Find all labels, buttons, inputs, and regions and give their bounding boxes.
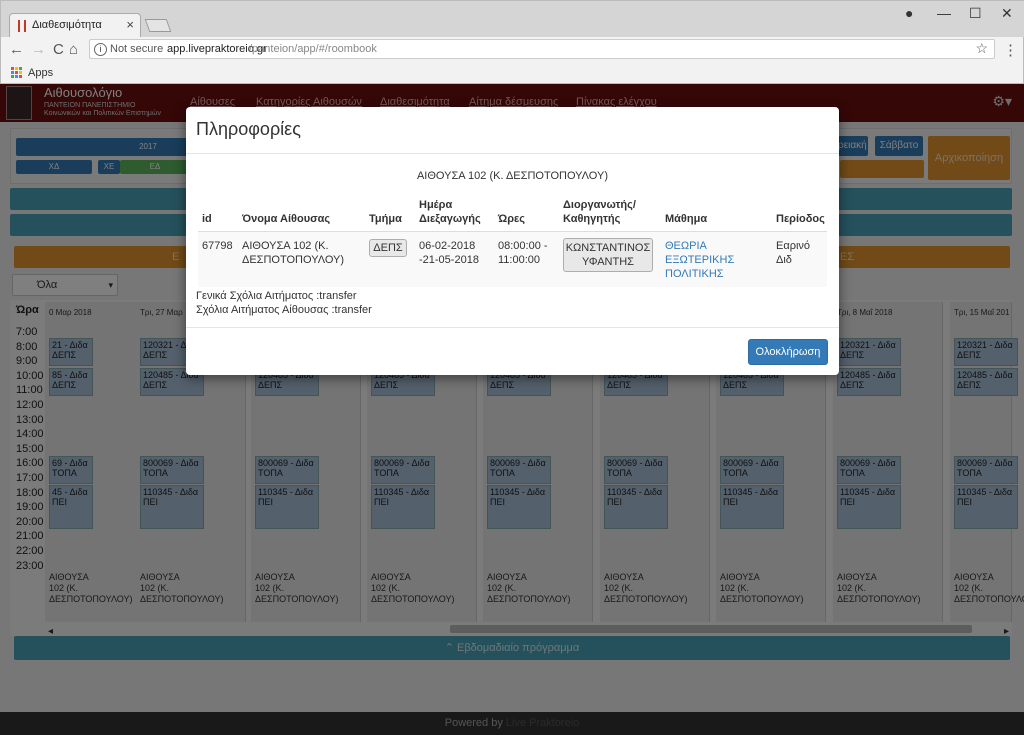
- course-link-line1[interactable]: ΘΕΩΡΙΑ: [665, 239, 707, 253]
- modal-room-heading: ΑΙΘΟΥΣΑ 102 (Κ. ΔΕΣΠΟΤΟΠΟΥΛΟΥ): [416, 170, 609, 182]
- profile-icon[interactable]: ●: [905, 5, 913, 21]
- not-secure-label: Not secure: [110, 43, 164, 55]
- cell-period-line1: Εαρινό: [776, 240, 811, 252]
- course-link-line3[interactable]: ΠΟΛΙΤΙΚΗΣ: [665, 267, 724, 281]
- modal-title: Πληροφορίες: [196, 119, 301, 139]
- modal-header-divider: [186, 153, 839, 154]
- organizer-button[interactable]: ΚΩΝΣΤΑΝΤΙΝΟΣ ΥΦΑΝΤΗΣ: [563, 238, 653, 272]
- col-id: id: [202, 213, 212, 225]
- apps-grid-icon[interactable]: [11, 67, 22, 78]
- cell-period-line2: Διδ: [776, 254, 792, 266]
- forward-icon[interactable]: →: [31, 41, 46, 58]
- info-icon[interactable]: i: [94, 43, 107, 56]
- col-organizer-line2: Καθηγητής: [563, 213, 621, 225]
- address-bar[interactable]: i Not secure app.livepraktoreio.gr /pant…: [89, 39, 995, 59]
- cell-id: 67798: [202, 240, 233, 252]
- cell-date-line1: 06-02-2018: [419, 240, 476, 252]
- complete-button[interactable]: Ολοκλήρωση: [748, 339, 828, 365]
- course-link-line2[interactable]: ΕΞΩΤΕΡΙΚΗΣ: [665, 253, 734, 267]
- favicon-icon: [18, 20, 26, 32]
- modal-footer-divider: [186, 327, 839, 328]
- close-window-button[interactable]: ✕: [1001, 5, 1013, 22]
- col-date-line2: Διεξαγωγής: [419, 213, 481, 225]
- browser-tab[interactable]: Διαθεσιμότητα ×: [9, 13, 141, 37]
- apps-bookmark[interactable]: Apps: [28, 67, 53, 79]
- cell-hours-line2: 11:00:00: [498, 254, 541, 266]
- tab-strip: Διαθεσιμότητα × ● — ☐ ✕: [1, 1, 1024, 37]
- bookmark-star-icon[interactable]: ☆: [975, 40, 988, 57]
- cell-room-line1: ΑΙΘΟΥΣΑ 102 (Κ.: [242, 240, 329, 252]
- col-department: Τμήμα: [369, 213, 402, 225]
- back-icon[interactable]: ←: [9, 41, 24, 58]
- cell-hours-line1: 08:00:00 -: [498, 240, 548, 252]
- new-tab-button[interactable]: [144, 19, 172, 32]
- maximize-button[interactable]: ☐: [969, 5, 982, 22]
- room-comments: Σχόλια Αιτήματος Αίθουσας :transfer: [196, 304, 372, 316]
- col-organizer-line1: Διοργανωτής/: [563, 199, 636, 211]
- col-hours: Ώρες: [498, 213, 525, 225]
- reload-icon[interactable]: C: [53, 41, 64, 58]
- organizer-first-name: ΚΩΝΣΤΑΝΤΙΝΟΣ: [565, 242, 651, 254]
- col-date-line1: Ημέρα: [419, 199, 453, 211]
- info-modal: Πληροφορίες ΑΙΘΟΥΣΑ 102 (Κ. ΔΕΣΠΟΤΟΠΟΥΛΟ…: [186, 107, 839, 375]
- department-button[interactable]: ΔΕΠΣ: [369, 239, 407, 257]
- cell-room-line2: ΔΕΣΠΟΤΟΠΟΥΛΟΥ): [242, 254, 345, 266]
- cell-date-line2: -21-05-2018: [419, 254, 479, 266]
- col-period: Περίοδος: [776, 213, 825, 225]
- minimize-button[interactable]: —: [937, 5, 951, 21]
- tab-title: Διαθεσιμότητα: [32, 19, 102, 31]
- col-course: Μάθημα: [665, 213, 708, 225]
- url-path: /panteion/app/#/roombook: [249, 43, 377, 55]
- organizer-last-name: ΥΦΑΝΤΗΣ: [582, 256, 634, 268]
- browser-window: Διαθεσιμότητα × ● — ☐ ✕ ← → C ⌂ i Not se…: [0, 0, 1024, 84]
- tab-close-icon[interactable]: ×: [126, 17, 134, 32]
- home-icon[interactable]: ⌂: [69, 41, 78, 58]
- browser-menu-icon[interactable]: ⋮: [1003, 41, 1018, 59]
- general-comments: Γενικά Σχόλια Αιτήματος :transfer: [196, 290, 357, 302]
- col-room-name: Όνομα Αίθουσας: [242, 213, 331, 225]
